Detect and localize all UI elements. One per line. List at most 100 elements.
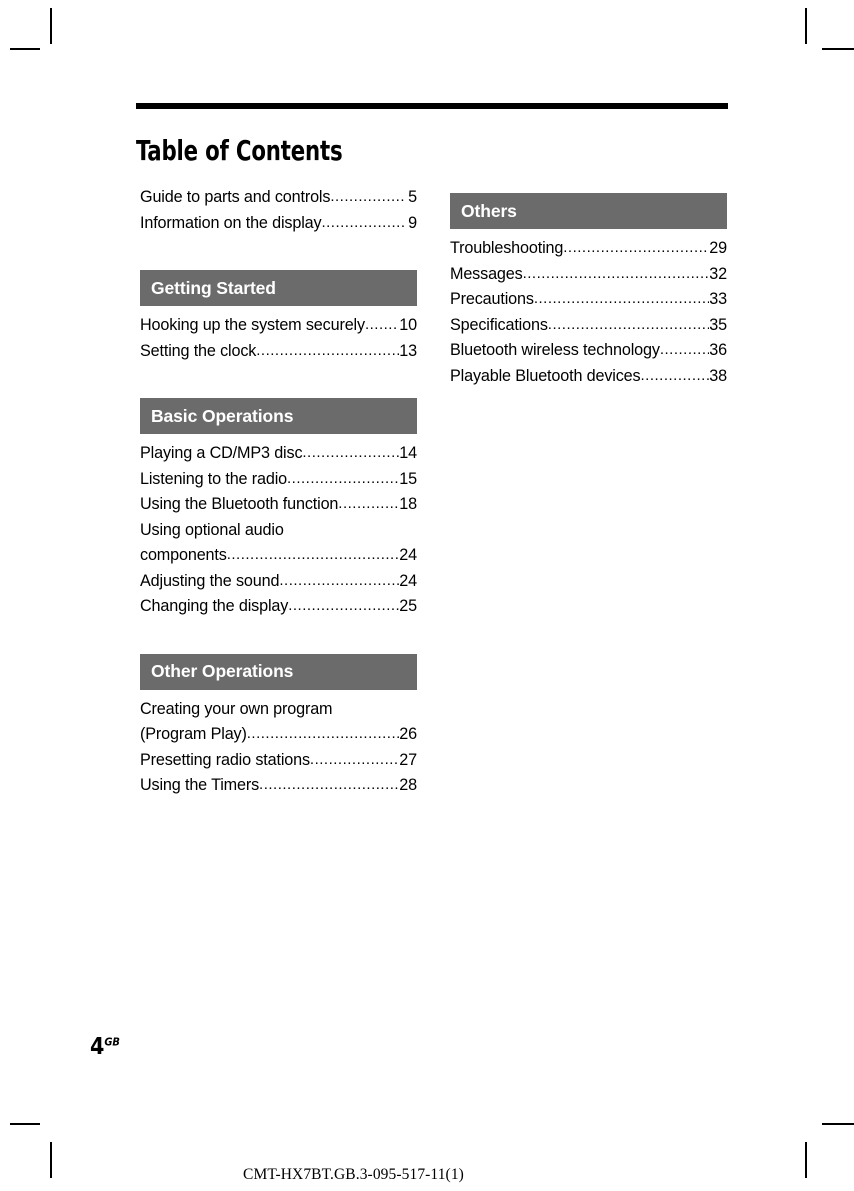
toc-entry-label: Changing the display (140, 597, 289, 615)
toc-entry-row: components 24 (140, 543, 417, 569)
toc-entry[interactable]: Playing a CD/MP3 disc 14 (140, 441, 417, 467)
toc-entry-page-number: 24 (399, 546, 417, 564)
toc-entry[interactable]: Precautions 33 (450, 287, 727, 313)
toc-entry[interactable]: Troubleshooting 29 (450, 236, 727, 262)
toc-entry-page-number: 14 (399, 444, 417, 462)
toc-entry[interactable]: Hooking up the system securely 10 (140, 313, 417, 339)
toc-dot-leader (330, 184, 405, 210)
header-rule (136, 103, 728, 109)
toc-entry-page-number: 33 (709, 290, 727, 308)
toc-dot-leader (321, 210, 405, 236)
toc-entry-page-number: 27 (399, 750, 417, 769)
toc-entry-page-number: 13 (399, 341, 417, 360)
toc-columns: Guide to parts and controls 5 Information … (136, 185, 728, 799)
toc-entry[interactable]: Using the Bluetooth function 18 (140, 492, 417, 518)
folio-number: 4 (90, 1034, 105, 1060)
toc-entry-list: Playing a CD/MP3 disc 14 Listening to the … (136, 441, 417, 620)
toc-dot-leader (338, 491, 399, 517)
toc-dot-leader (287, 466, 399, 492)
toc-entry-label: Listening to the radio (140, 469, 287, 488)
toc-entry-row: Bluetooth wireless technology 36 (450, 338, 727, 364)
toc-entry[interactable]: Listening to the radio 15 (140, 467, 417, 493)
toc-entry-page-number: 24 (399, 571, 417, 590)
toc-entry[interactable]: Using the Timers 28 (140, 773, 417, 799)
toc-entry[interactable]: Creating your own program (Program Play) 2… (140, 697, 417, 748)
crop-mark-top-left-vertical (50, 8, 52, 44)
toc-entry[interactable]: Adjusting the sound 24 (140, 569, 417, 595)
crop-mark-top-left-horizontal (10, 48, 40, 50)
toc-dot-leader (302, 440, 399, 466)
section-heading-label: Basic Operations (151, 405, 294, 426)
toc-entry-label: Messages (450, 264, 523, 283)
toc-entry-label: (Program Play) (140, 725, 247, 743)
toc-entry-label-line1: Using optional audio (140, 520, 284, 539)
toc-entry-label: Specifications (450, 315, 548, 334)
section-heading-bar: Basic Operations (140, 398, 417, 434)
page-title: Table of Contents (136, 135, 343, 168)
toc-entry[interactable]: Playable Bluetooth devices 38 (450, 364, 727, 390)
toc-entry[interactable]: Setting the clock 13 (140, 339, 417, 365)
toc-entry-label: Hooking up the system securely (140, 316, 365, 334)
toc-entry-label: Precautions (450, 290, 534, 308)
section-heading-label: Other Operations (151, 661, 294, 681)
toc-dot-leader (660, 337, 709, 363)
toc-entry-page-number: 32 (709, 264, 727, 283)
toc-entry[interactable]: Bluetooth wireless technology 36 (450, 338, 727, 364)
crop-mark-bottom-left-vertical (50, 1142, 52, 1178)
toc-entry-label: Using the Bluetooth function (140, 495, 339, 513)
toc-entry-label: components (140, 546, 227, 564)
toc-entry-row: Guide to parts and controls 5 (140, 185, 417, 211)
section-heading-bar: Getting Started (140, 270, 417, 306)
section-heading-label: Others (461, 200, 517, 221)
toc-entry-label: Playing a CD/MP3 disc (140, 444, 303, 462)
toc-entry-label: Troubleshooting (450, 239, 564, 257)
section-heading-label: Getting Started (151, 277, 276, 298)
toc-entry-label: Presetting radio stations (140, 750, 310, 769)
toc-entry-page-number: 38 (709, 366, 727, 385)
toc-dot-leader (288, 593, 399, 619)
crop-mark-top-right-horizontal (822, 48, 854, 50)
toc-entry-label: Guide to parts and controls (140, 188, 331, 206)
toc-dot-leader (563, 235, 709, 261)
toc-entry[interactable]: Guide to parts and controls 5 (140, 185, 417, 211)
toc-entry-row: Playing a CD/MP3 disc 14 (140, 441, 417, 467)
toc-entry-row: Changing the display 25 (140, 594, 417, 620)
toc-entry-page-number: 36 (709, 341, 727, 359)
toc-entry-row: Hooking up the system securely 10 (140, 313, 417, 339)
page-folio: 4GB (90, 1036, 120, 1059)
toc-entry-row: Listening to the radio 15 (140, 467, 417, 493)
toc-entry[interactable]: Using optional audio components 24 (140, 518, 417, 569)
toc-entry[interactable]: Presetting radio stations 27 (140, 748, 417, 774)
toc-entry-page-number: 29 (709, 239, 727, 257)
toc-dot-leader (227, 542, 400, 568)
toc-entry-row: Adjusting the sound 24 (140, 569, 417, 595)
toc-entry-row: Messages 32 (450, 262, 727, 288)
crop-mark-bottom-right-horizontal (822, 1123, 854, 1125)
toc-dot-leader (256, 338, 399, 364)
toc-entry-list: Creating your own program (Program Play) 2… (136, 697, 417, 799)
toc-entry[interactable]: Information on the display 9 (140, 211, 417, 237)
crop-mark-bottom-right-vertical (805, 1142, 807, 1178)
toc-entry-page-number: 28 (399, 776, 417, 794)
toc-entry-page-number: 18 (399, 495, 417, 513)
toc-entry[interactable]: Specifications 35 (450, 313, 727, 339)
toc-entry-page-number: 15 (399, 469, 417, 488)
toc-dot-leader (365, 312, 399, 338)
toc-entry-label: Playable Bluetooth devices (450, 366, 641, 385)
toc-entry-label: Using the Timers (140, 776, 260, 794)
page-content: Table of Contents Guide to parts and con… (90, 0, 728, 1191)
toc-entry-label: Setting the clock (140, 341, 257, 360)
toc-entry-label: Bluetooth wireless technology (450, 341, 660, 359)
toc-entry-row: Setting the clock 13 (140, 339, 417, 365)
toc-entry-row: Precautions 33 (450, 287, 727, 313)
toc-column-right: Others Troubleshooting 29 Messages 32 Precaut… (446, 185, 727, 799)
toc-entry[interactable]: Changing the display 25 (140, 594, 417, 620)
toc-dot-leader (640, 363, 709, 389)
toc-dot-leader (247, 721, 400, 747)
toc-entry-page-number: 5 (408, 188, 417, 206)
toc-entry[interactable]: Messages 32 (450, 262, 727, 288)
toc-entry-page-number: 35 (709, 315, 727, 334)
toc-entry-row: (Program Play) 26 (140, 722, 417, 748)
toc-entry-row: Specifications 35 (450, 313, 727, 339)
